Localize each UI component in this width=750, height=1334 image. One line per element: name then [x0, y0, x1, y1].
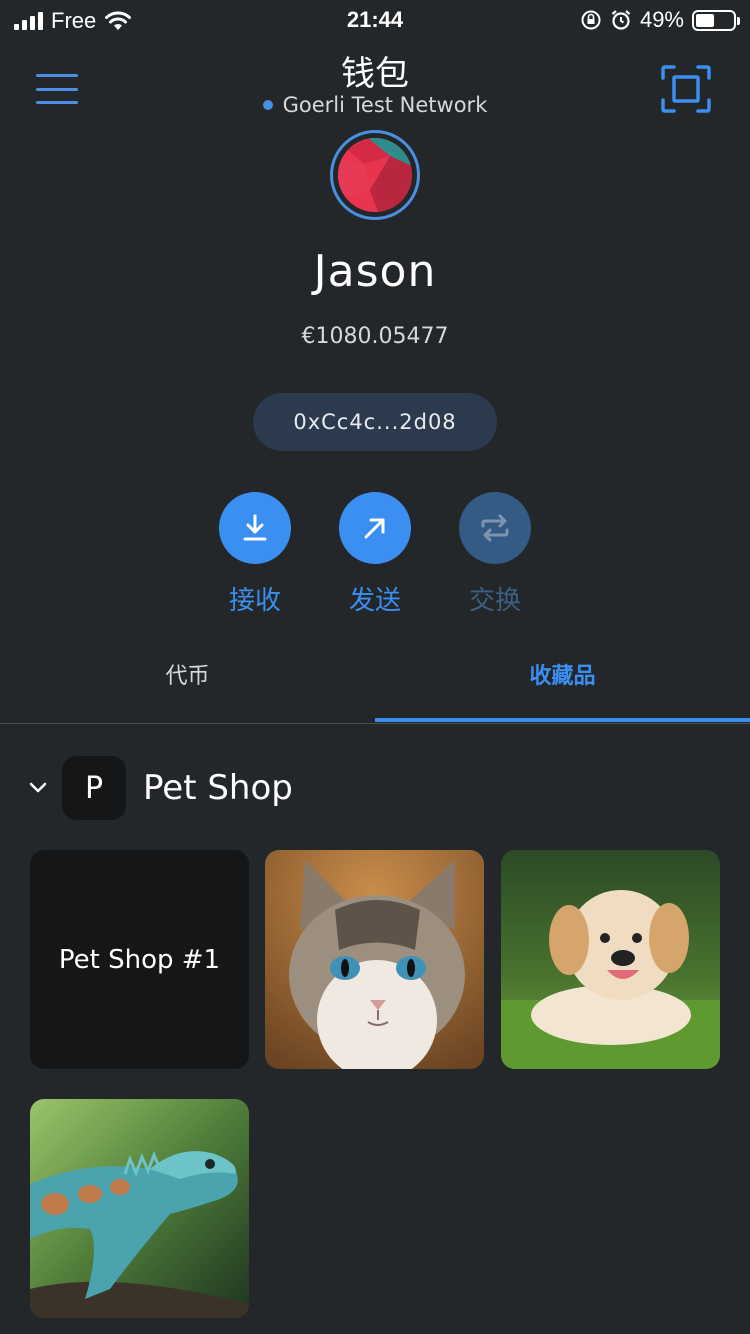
asset-tabs: 代币 收藏品 [0, 640, 750, 724]
collectible-name: Pet Shop #1 [58, 944, 221, 975]
collection-header[interactable]: P Pet Shop [24, 756, 293, 820]
dog-image [501, 850, 720, 1069]
lizard-image [30, 1099, 249, 1318]
battery-icon [692, 9, 740, 31]
arrow-up-right-icon [364, 518, 385, 539]
collectible-lizard-image[interactable] [30, 1099, 249, 1318]
send-circle[interactable] [339, 492, 411, 564]
rotation-lock-icon [581, 10, 601, 30]
collectible-tile[interactable]: Pet Shop #1 [30, 850, 249, 1069]
collection-name: Pet Shop [143, 768, 293, 808]
scan-qr-icon[interactable] [660, 64, 712, 114]
network-status-dot [262, 100, 273, 110]
cat-image [265, 850, 484, 1069]
send-label: 发送 [348, 586, 401, 616]
account-name[interactable]: Jason [0, 246, 750, 297]
receive-button[interactable]: 接收 [205, 492, 305, 617]
status-bar: Free 21:44 49% [0, 0, 750, 40]
alarm-icon [611, 10, 631, 30]
tab-tokens[interactable]: 代币 [0, 658, 375, 690]
tab-collectibles[interactable]: 收藏品 [375, 658, 750, 690]
account-avatar[interactable] [330, 130, 420, 220]
chevron-down-icon[interactable] [24, 774, 52, 802]
active-tab-indicator [375, 718, 750, 722]
page-title: 钱包 [341, 54, 409, 94]
collection-badge-letter: P [84, 770, 104, 806]
network-indicator[interactable]: Goerli Test Network [0, 93, 750, 117]
receive-circle[interactable] [219, 492, 291, 564]
address-copy-button[interactable]: 0xCc4c...2d08 [253, 393, 497, 451]
battery-fill [696, 13, 714, 27]
avatar-identicon [338, 138, 412, 212]
receive-label: 接收 [228, 586, 281, 616]
battery-percent: 49% [639, 7, 684, 32]
network-name: Goerli Test Network [282, 93, 488, 117]
collectible-dog-image[interactable] [501, 850, 720, 1069]
status-right: 49% [580, 7, 740, 33]
send-button[interactable]: 发送 [325, 492, 425, 617]
collectible-cat-image[interactable] [265, 850, 484, 1069]
account-address: 0xCc4c...2d08 [293, 410, 457, 434]
swap-button[interactable]: 交换 [445, 492, 545, 617]
account-balance: €1080.05477 [301, 324, 449, 349]
download-icon [243, 514, 267, 541]
collection-badge: P [62, 756, 126, 820]
swap-circle[interactable] [459, 492, 531, 564]
swap-icon [481, 514, 509, 542]
swap-label: 交换 [468, 586, 521, 616]
wallet-screen: Free 21:44 49% 钱包 Goerli Test Network Ja… [0, 0, 750, 1334]
